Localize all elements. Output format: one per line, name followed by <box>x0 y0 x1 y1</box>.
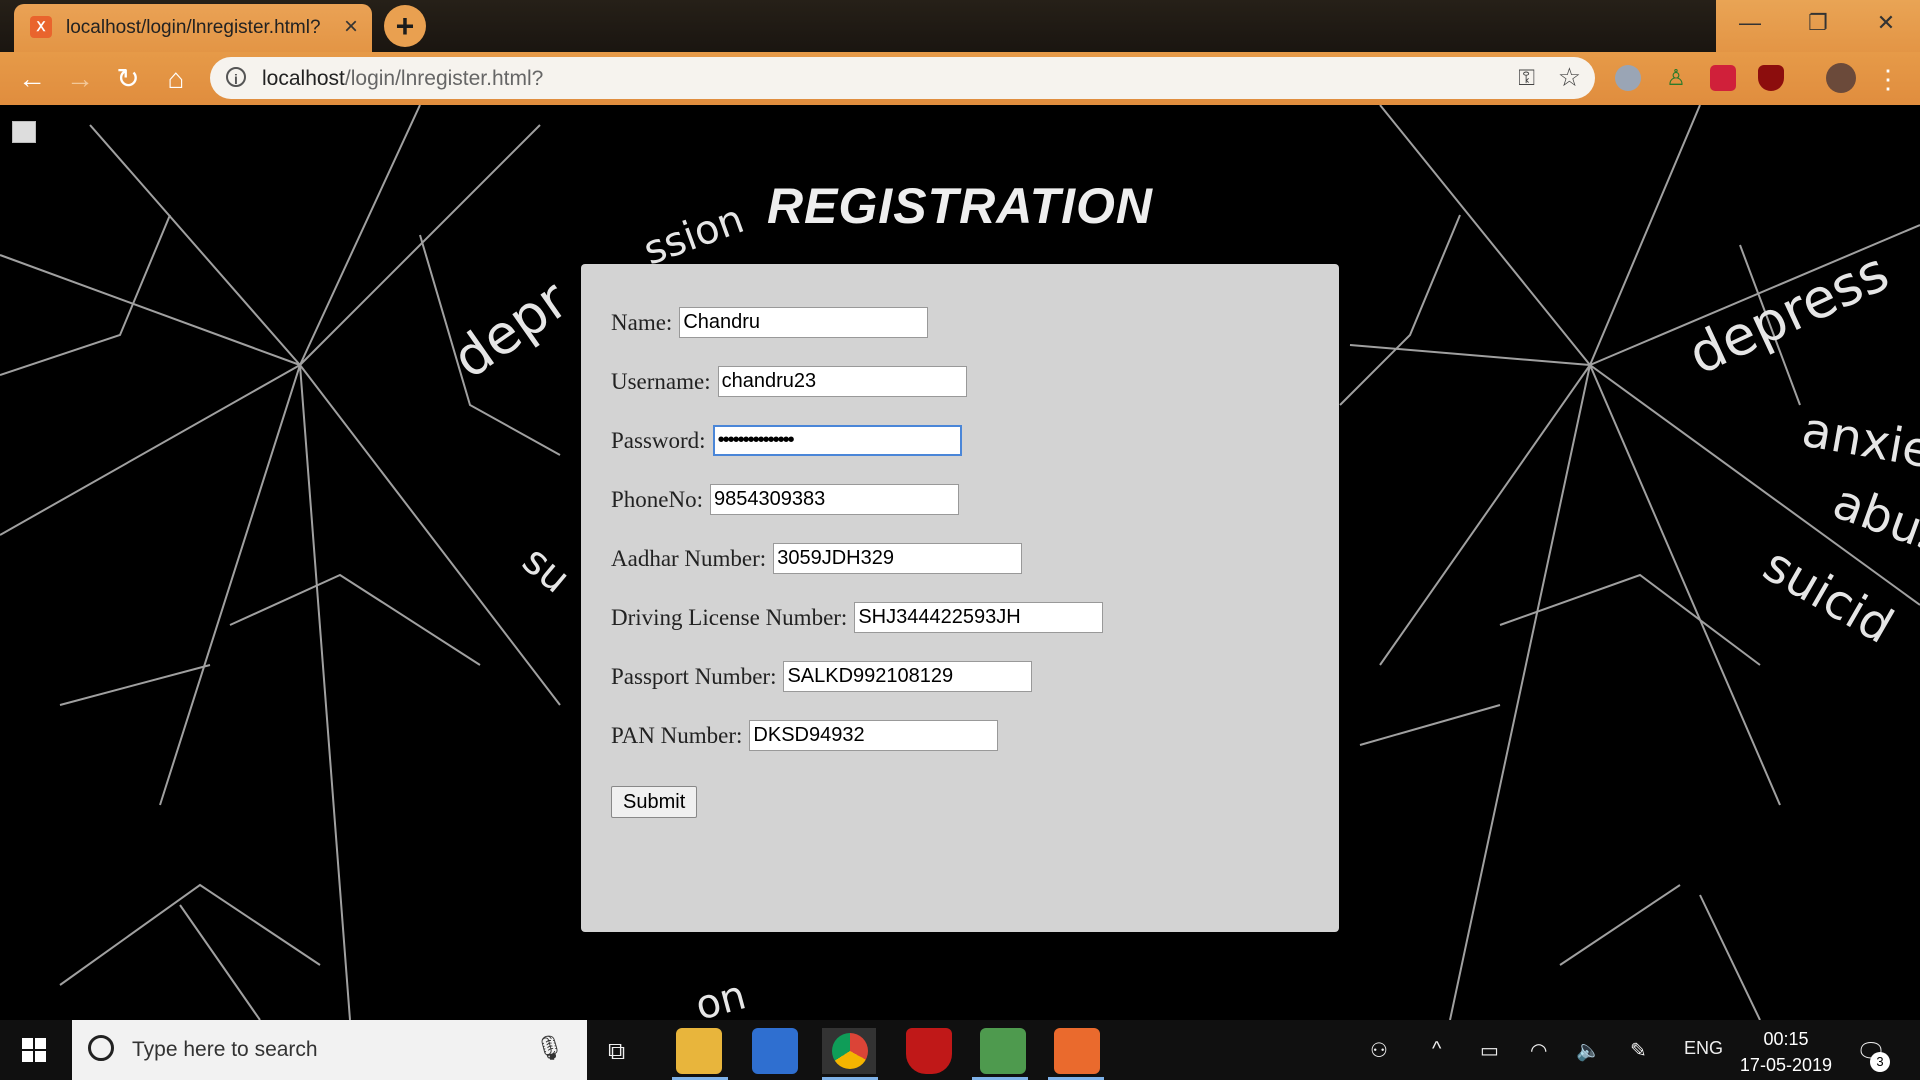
broken-image-icon <box>12 121 36 143</box>
passport-input[interactable] <box>783 661 1033 692</box>
clock[interactable]: 00:15 17-05-2019 <box>1740 1026 1832 1078</box>
show-hidden-icons-chevron-icon[interactable]: ^ <box>1432 1038 1441 1061</box>
volume-icon[interactable]: 🔈 <box>1576 1038 1601 1063</box>
extension-globe-icon[interactable] <box>1615 65 1641 91</box>
password-row: Password: <box>611 425 962 456</box>
url-host: localhost <box>262 67 345 90</box>
name-label: Name: <box>611 309 673 335</box>
profile-avatar[interactable] <box>1826 63 1856 93</box>
people-icon[interactable]: ⚇ <box>1370 1038 1388 1063</box>
wifi-icon[interactable]: ◠ <box>1530 1038 1547 1063</box>
password-key-icon[interactable]: ⚿ <box>1518 65 1535 91</box>
browser-tab[interactable]: ꓫ localhost/login/lnregister.html? × <box>14 4 372 52</box>
menu-dots-icon[interactable]: ⋮ <box>1870 61 1906 97</box>
battery-icon[interactable]: ▭ <box>1480 1038 1499 1063</box>
cortana-icon <box>88 1035 114 1061</box>
aadhar-input[interactable] <box>773 543 1023 574</box>
passport-row: Passport Number: <box>611 661 1033 692</box>
pan-input[interactable] <box>749 720 999 751</box>
pan-label: PAN Number: <box>611 722 743 748</box>
svg-text:abus: abus <box>1826 474 1920 566</box>
taskbar-search[interactable]: Type here to search 🎙 <box>72 1020 587 1080</box>
bookmark-star-icon[interactable]: ☆ <box>1558 62 1581 93</box>
aadhar-label: Aadhar Number: <box>611 545 767 571</box>
close-window-button[interactable]: ✕ <box>1852 0 1920 52</box>
close-tab-icon[interactable]: × <box>344 13 358 41</box>
minimize-button[interactable]: — <box>1716 0 1784 52</box>
chrome-icon[interactable] <box>832 1033 868 1069</box>
svg-text:su: su <box>514 537 579 602</box>
new-tab-button[interactable]: + <box>384 5 426 47</box>
pen-icon[interactable]: ✎ <box>1630 1038 1647 1063</box>
submit-button[interactable]: Submit <box>611 786 698 818</box>
svg-text:anxie: anxie <box>1798 402 1920 480</box>
password-label: Password: <box>611 427 706 453</box>
back-arrow-icon[interactable]: ← <box>14 61 50 97</box>
xampp-favicon-icon: ꓫ <box>30 16 52 38</box>
file-explorer-icon[interactable] <box>676 1028 722 1074</box>
name-row: Name: <box>611 307 929 338</box>
registration-form: Name: Username: Password: PhoneNo: Aadha… <box>581 264 1339 932</box>
driving-license-row: Driving License Number: <box>611 602 1104 633</box>
search-placeholder: Type here to search <box>132 1038 318 1061</box>
phone-row: PhoneNo: <box>611 484 959 515</box>
home-icon[interactable]: ⌂ <box>158 61 194 97</box>
passport-label: Passport Number: <box>611 663 777 689</box>
phone-label: PhoneNo: <box>611 486 703 512</box>
name-input[interactable] <box>679 307 929 338</box>
language-indicator[interactable]: ENG <box>1684 1038 1723 1059</box>
url-path: /login/lnregister.html? <box>344 67 544 90</box>
reload-icon[interactable]: ↻ <box>110 61 146 97</box>
pan-row: PAN Number: <box>611 720 999 751</box>
phone-input[interactable] <box>710 484 959 515</box>
page-content: depr ssion depress anxie abus suicid su … <box>0 105 1920 1020</box>
driving-license-label: Driving License Number: <box>611 604 848 630</box>
site-info-icon[interactable]: i <box>226 67 246 87</box>
svg-text:on: on <box>691 972 751 1020</box>
notepad-plus-icon[interactable] <box>980 1028 1026 1074</box>
driving-license-input[interactable] <box>854 602 1104 633</box>
restore-button[interactable]: ❐ <box>1784 0 1852 52</box>
mcafee-icon[interactable] <box>906 1028 952 1074</box>
forward-arrow-icon[interactable]: → <box>62 61 98 97</box>
store-icon[interactable] <box>752 1028 798 1074</box>
notification-count-badge: 3 <box>1870 1052 1890 1072</box>
tab-strip: ꓫ localhost/login/lnregister.html? × + —… <box>0 0 1920 52</box>
extension-pocket-icon[interactable] <box>1710 65 1736 91</box>
clock-date: 17-05-2019 <box>1739 1055 1832 1075</box>
username-row: Username: <box>611 366 967 397</box>
address-bar[interactable]: i localhost/login/lnregister.html? ⚿ ☆ <box>210 57 1595 99</box>
xampp-icon[interactable] <box>1054 1028 1100 1074</box>
extension-person-icon[interactable]: ♙ <box>1663 65 1689 91</box>
taskbar: Type here to search 🎙 ⧉ ⚇ ^ ▭ ◠ 🔈 ✎ ENG … <box>0 1020 1920 1080</box>
svg-text:depr: depr <box>441 267 579 390</box>
clock-time: 00:15 <box>1763 1029 1809 1049</box>
browser-toolbar: ← → ↻ ⌂ i localhost/login/lnregister.htm… <box>0 52 1920 105</box>
url-text: localhost/login/lnregister.html? <box>262 67 543 91</box>
tab-title: localhost/login/lnregister.html? <box>66 17 321 38</box>
svg-text:depress: depress <box>1679 240 1898 387</box>
username-label: Username: <box>611 368 711 394</box>
windows-start-icon[interactable] <box>22 1038 46 1062</box>
username-input[interactable] <box>717 366 967 397</box>
svg-text:suicid: suicid <box>1754 537 1902 655</box>
task-view-icon[interactable]: ⧉ <box>608 1038 625 1066</box>
aadhar-row: Aadhar Number: <box>611 543 1023 574</box>
page-title: REGISTRATION <box>766 178 1154 234</box>
password-input[interactable] <box>712 425 962 456</box>
ublock-shield-icon[interactable] <box>1758 65 1784 91</box>
microphone-icon[interactable]: 🎙 <box>535 1034 565 1063</box>
